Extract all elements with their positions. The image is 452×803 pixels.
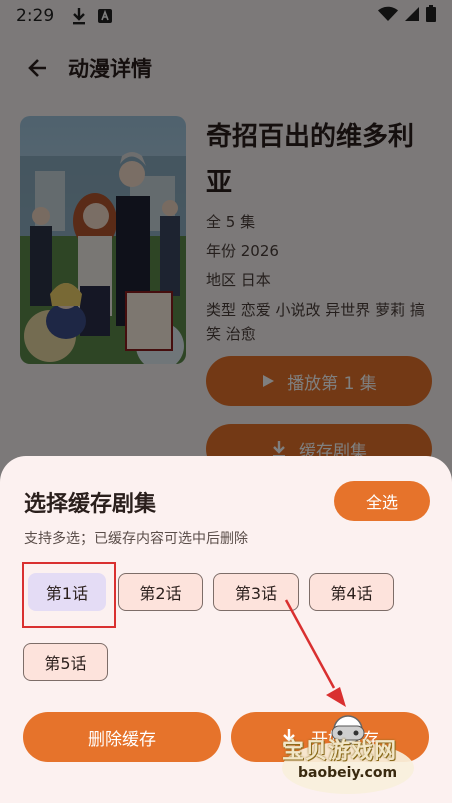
episode-chip-5[interactable]: 第5话 xyxy=(23,643,108,681)
select-all-button[interactable]: 全选 xyxy=(334,481,430,521)
episode-chip-2[interactable]: 第2话 xyxy=(118,573,203,611)
watermark-text: 宝贝游戏网 xyxy=(282,739,398,764)
delete-cache-label: 删除缓存 xyxy=(88,729,156,750)
episode-chip-4[interactable]: 第4话 xyxy=(309,573,394,611)
delete-cache-button[interactable]: 删除缓存 xyxy=(23,712,221,762)
watermark-url: baobeiy.com xyxy=(298,765,398,781)
episode-chip-3[interactable]: 第3话 xyxy=(213,573,299,611)
annotation-highlight-box xyxy=(22,562,116,628)
sheet-title: 选择缓存剧集 xyxy=(24,492,157,517)
sheet-subtitle: 支持多选；已缓存内容可选中后删除 xyxy=(24,531,248,547)
